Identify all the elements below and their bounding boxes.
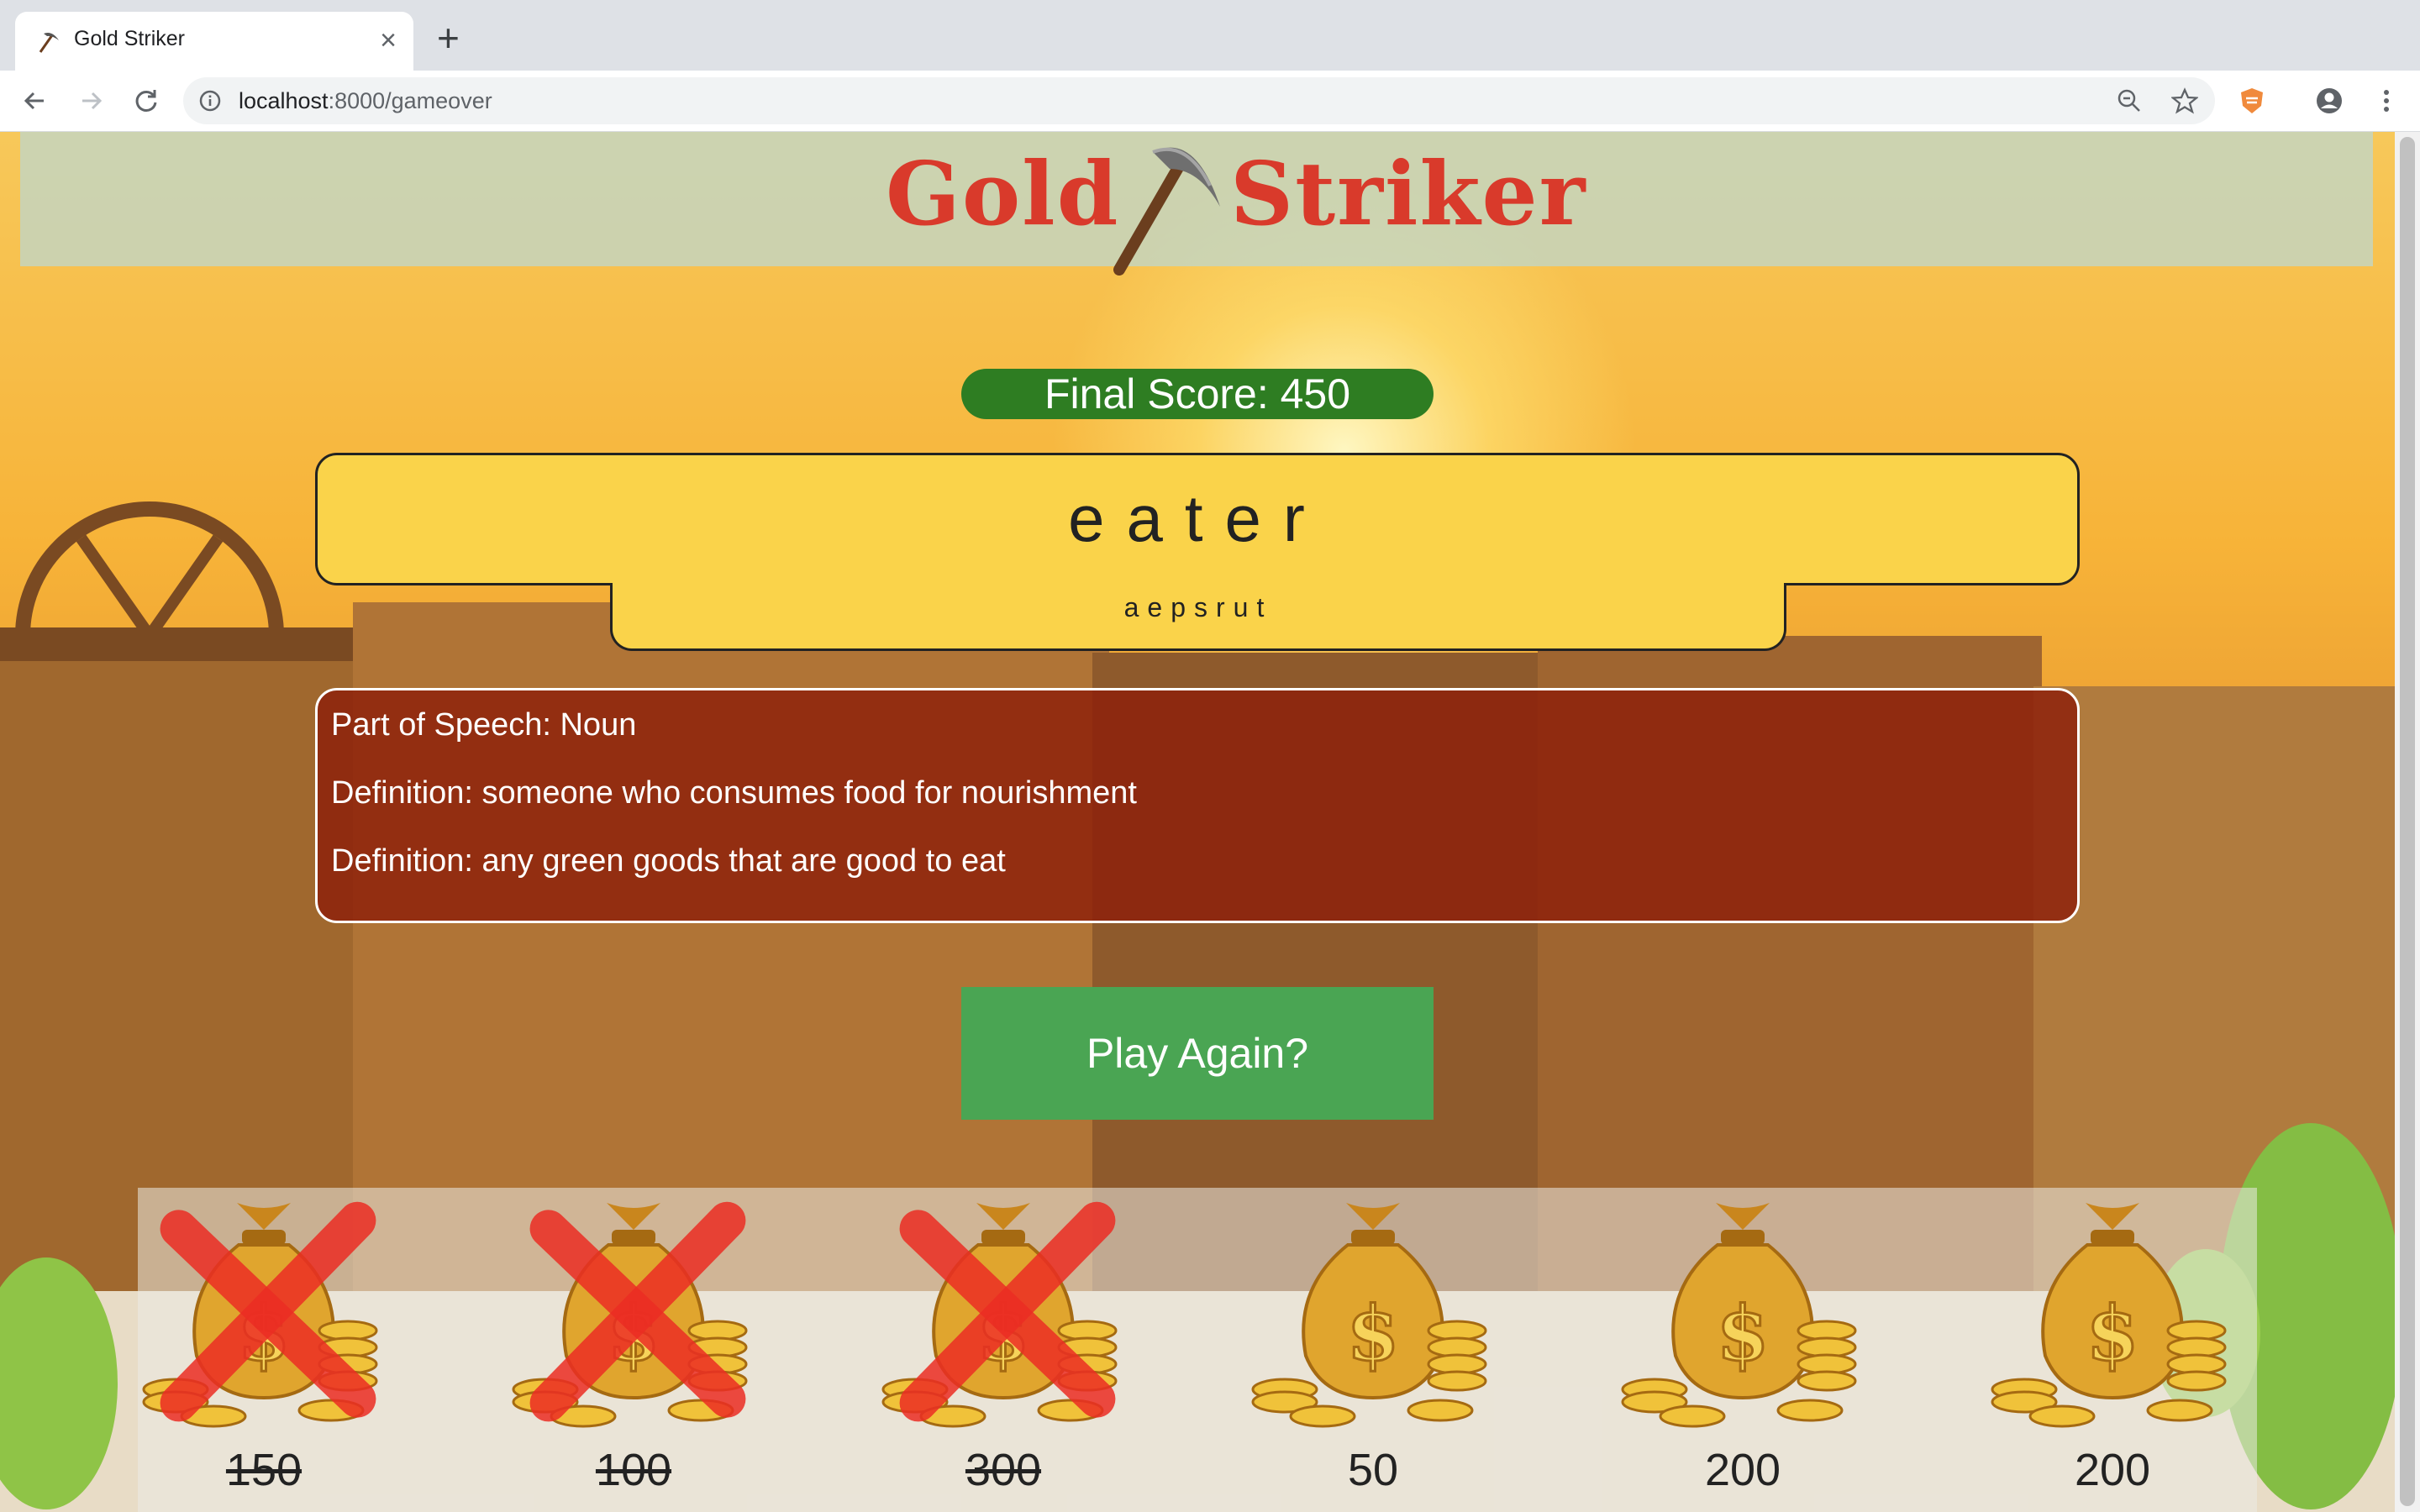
bag-value: 50	[1347, 1445, 1399, 1495]
bag-value: 150	[225, 1445, 302, 1495]
svg-text:$: $	[1717, 1289, 1770, 1378]
bag-value: 200	[1704, 1445, 1781, 1495]
tab-title: Gold Striker	[74, 27, 185, 50]
letters-panel: aepsrut	[610, 582, 1786, 651]
money-bag-slot: $300	[877, 1188, 1129, 1512]
browser-tab[interactable]: Gold Striker ×	[15, 12, 413, 71]
money-bag-row: $150$100$300$50$200$200	[138, 1188, 2257, 1512]
available-letters: aepsrut	[1123, 592, 1273, 622]
game-page: Gold Striker Final Score: 450 aepsrut ea…	[0, 132, 2420, 1512]
red-x-icon	[529, 1201, 746, 1422]
part-of-speech: Part of Speech: Noun	[331, 707, 637, 743]
definition-line: Definition: any green goods that are goo…	[331, 843, 1006, 879]
money-bag-icon: $	[1251, 1203, 1487, 1428]
play-again-button[interactable]: Play Again?	[961, 987, 1434, 1120]
money-bag-slot: $150	[138, 1188, 390, 1512]
svg-text:$: $	[2086, 1289, 2139, 1378]
panel-join	[613, 579, 1784, 587]
header-bar: Gold Striker	[20, 132, 2373, 276]
info-icon[interactable]	[198, 89, 222, 113]
final-score-badge: Final Score: 450	[961, 369, 1434, 419]
url-path: :8000/gameover	[328, 88, 492, 113]
menu-icon[interactable]	[2371, 86, 2402, 116]
current-word: eater	[1068, 481, 1327, 555]
scrollbar-thumb[interactable]	[2400, 137, 2415, 1506]
pickaxe-icon	[1113, 147, 1220, 276]
url-text: localhost:8000/gameover	[239, 88, 492, 114]
money-bag-slot: $200	[1617, 1188, 1869, 1512]
extension-shield-icon[interactable]	[2237, 86, 2267, 116]
word-panel: eater	[315, 453, 2080, 585]
gold-striker-logo: Gold Striker	[886, 142, 1585, 276]
red-x-icon	[160, 1201, 376, 1422]
money-bag-slot: $50	[1247, 1188, 1499, 1512]
back-icon[interactable]	[17, 82, 54, 119]
reload-icon[interactable]	[128, 82, 165, 119]
svg-text:$: $	[1347, 1289, 1400, 1378]
url-host: localhost	[239, 88, 329, 113]
zoom-out-icon[interactable]	[2116, 87, 2143, 114]
money-bag-slot: $100	[508, 1188, 760, 1512]
scrollbar-track[interactable]	[2395, 132, 2420, 1512]
address-bar[interactable]: localhost:8000/gameover	[183, 77, 2215, 124]
bag-value: 100	[595, 1445, 672, 1495]
browser-toolbar: localhost:8000/gameover	[0, 71, 2420, 132]
money-bag-icon: $	[1991, 1203, 2227, 1428]
bag-value: 200	[2074, 1445, 2151, 1495]
logo-text-gold: Gold	[886, 142, 1120, 245]
money-bag-slot: $200	[1986, 1188, 2238, 1512]
tab-strip: Gold Striker × +	[0, 0, 2420, 71]
definition-line: Definition: someone who consumes food fo…	[331, 775, 1137, 811]
logo-text-striker: Striker	[1230, 142, 1587, 245]
new-tab-icon[interactable]: +	[437, 17, 460, 59]
definition-box: Part of Speech: Noun Definition: someone…	[315, 688, 2080, 923]
money-bag-icon: $	[1621, 1203, 1857, 1428]
bag-value: 300	[965, 1445, 1042, 1495]
bookmark-star-icon[interactable]	[2171, 87, 2198, 114]
profile-icon[interactable]	[2314, 86, 2344, 116]
forward-icon[interactable]	[72, 82, 109, 119]
red-x-icon	[899, 1201, 1116, 1422]
close-tab-icon[interactable]: ×	[380, 24, 397, 57]
pickaxe-icon	[39, 33, 59, 53]
